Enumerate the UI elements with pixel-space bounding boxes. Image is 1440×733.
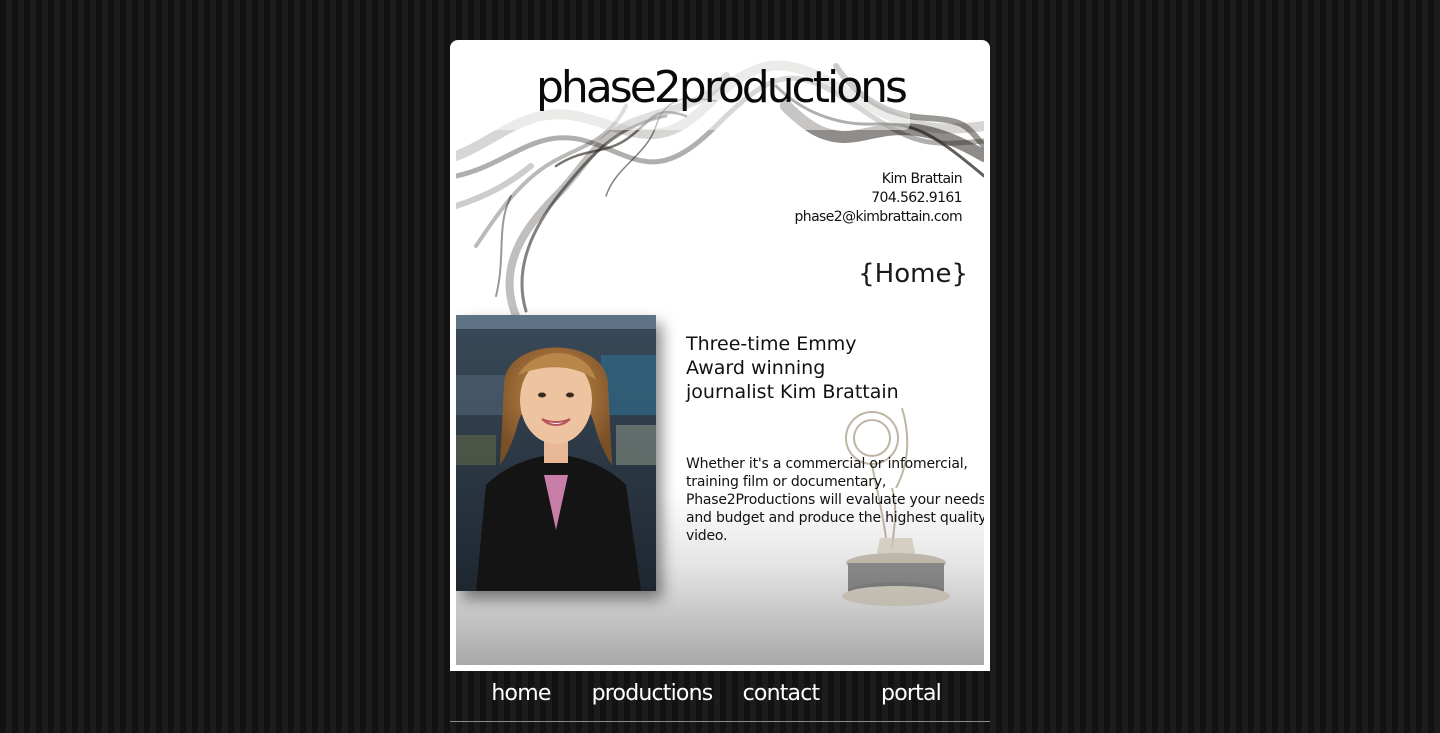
intro-line: Phase2Productions will evaluate your nee… xyxy=(686,492,984,508)
main-panel: phase2productions Kim Brattain 704.562.9… xyxy=(456,46,984,665)
nav-productions-link[interactable]: productions xyxy=(592,681,714,706)
headline-line: Three-time Emmy xyxy=(686,333,857,355)
intro-line: Whether it's a commercial or infomercial… xyxy=(686,456,968,472)
intro-line: video. xyxy=(686,528,728,544)
nav-home-link[interactable]: home xyxy=(491,681,551,706)
page-label: {Home} xyxy=(858,259,968,289)
intro-line: training film or documentary, xyxy=(686,474,887,490)
intro-line: and budget and produce the highest quali… xyxy=(686,510,984,526)
contact-phone: 704.562.9161 xyxy=(871,190,962,206)
contact-name: Kim Brattain xyxy=(881,171,963,187)
contact-info: Kim Brattain 704.562.9161 phase2@kimbrat… xyxy=(795,170,963,227)
intro-paragraph: Whether it's a commercial or infomercial… xyxy=(686,455,984,545)
headline: Three-time Emmy Award winning journalist… xyxy=(686,332,926,404)
headline-line: journalist Kim Brattain xyxy=(686,381,899,403)
site-title[interactable]: phase2productions xyxy=(536,62,908,113)
portrait-photo xyxy=(456,315,656,591)
headline-line: Award winning xyxy=(686,357,826,379)
nav-portal-link[interactable]: portal xyxy=(881,681,942,706)
contact-email[interactable]: phase2@kimbrattain.com xyxy=(795,208,963,227)
content-frame: phase2productions Kim Brattain 704.562.9… xyxy=(450,40,990,671)
nav-contact-link[interactable]: contact xyxy=(743,681,821,706)
main-nav: home productions contact portal xyxy=(450,671,990,722)
